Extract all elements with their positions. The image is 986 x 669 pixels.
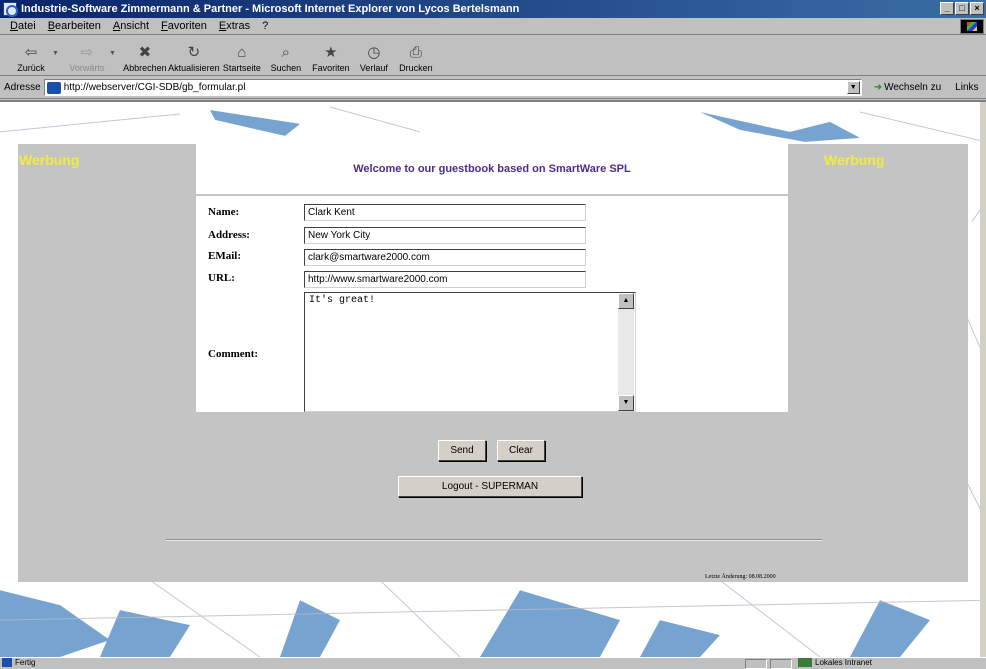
internet-explorer-icon [3, 2, 18, 17]
menu-ansicht[interactable]: Ansicht [107, 20, 155, 32]
toolbar-button-stop[interactable]: ✖ Abbrechen [122, 39, 168, 75]
maximize-button[interactable]: □ [955, 2, 969, 15]
window-controls: _ □ × [940, 2, 984, 15]
guestbook-form: Name: Address: EMail: URL: Comment: It's… [196, 196, 788, 412]
comment-label: Comment: [208, 348, 259, 360]
minimize-button[interactable]: _ [940, 2, 954, 15]
status-text-area: Fertig [2, 658, 35, 667]
window-title-bar: Industrie-Software Zimmermann & Partner … [0, 0, 986, 18]
page-icon [46, 81, 61, 94]
forward-arrow-icon: ⇨ [80, 44, 94, 61]
go-arrow-icon: ➜ [873, 82, 883, 93]
toolbar-button-home[interactable]: ⌂ Startseite [220, 39, 264, 75]
address-dropdown-icon[interactable]: ▼ [846, 81, 860, 94]
menu-extras[interactable]: Extras [213, 20, 256, 32]
toolbar-label: Drucken [399, 63, 433, 73]
toolbar-label: Vorwärts [69, 63, 105, 73]
navigation-toolbar: ⇦ Zurück ▼ ⇨ Vorwärts ▼ ✖ Abbrechen ↻ Aktualisier… [0, 36, 986, 76]
toolbar-button-favorites-folder[interactable]: ★ Favoriten [308, 39, 354, 75]
toolbar-label: Verlauf [359, 63, 388, 73]
intranet-zone-icon [798, 658, 812, 667]
horizontal-divider [166, 539, 822, 541]
back-arrow-icon: ⇦ [24, 44, 38, 61]
clear-button[interactable]: Clear [497, 440, 545, 461]
status-panel [745, 659, 767, 669]
address-field-input[interactable] [304, 227, 586, 244]
url-label: URL: [208, 272, 235, 284]
scroll-down-icon[interactable]: ▼ [618, 395, 634, 411]
menu-bar: Datei Bearbeiten Ansicht Favoriten Extra… [0, 18, 986, 35]
toolbar-label: Startseite [222, 63, 261, 73]
advertisement-left[interactable]: Werbung [19, 152, 79, 168]
page-scrollbar[interactable] [980, 102, 986, 657]
toolbar-button-search[interactable]: ⌕ Suchen [264, 39, 308, 75]
menu-favoriten[interactable]: Favoriten [155, 20, 213, 32]
zone-text: Lokales Intranet [815, 658, 872, 667]
name-label: Name: [208, 206, 240, 218]
advertisement-right[interactable]: Werbung [824, 152, 884, 168]
refresh-icon: ↻ [187, 44, 201, 61]
home-icon: ⌂ [237, 43, 247, 61]
stop-icon: ✖ [138, 44, 152, 61]
status-bar: Fertig Lokales Intranet [0, 657, 986, 669]
status-panel [770, 659, 792, 669]
address-field-label: Address: [208, 229, 250, 241]
toolbar-label: Abbrechen [123, 63, 167, 73]
address-input[interactable]: http://webserver/CGI-SDB/gb_formular.pl … [43, 79, 862, 96]
page-status-icon [2, 658, 12, 667]
email-input[interactable] [304, 249, 586, 266]
security-zone: Lokales Intranet [798, 658, 872, 667]
comment-scrollbar[interactable]: ▲ ▼ [618, 293, 634, 411]
toolbar-button-back-arrow[interactable]: ⇦ Zurück [10, 39, 52, 75]
links-button[interactable]: Links [955, 82, 978, 93]
name-input[interactable] [304, 204, 586, 221]
go-label: Wechseln zu [884, 82, 942, 93]
address-bar: Adresse http://webserver/CGI-SDB/gb_form… [0, 77, 986, 99]
toolbar-label: Suchen [270, 63, 302, 73]
send-button[interactable]: Send [438, 440, 486, 461]
toolbar-button-forward-arrow[interactable]: ⇨ Vorwärts [65, 39, 109, 75]
dropdown-arrow-icon[interactable]: ▼ [109, 50, 116, 57]
favorites-folder-icon: ★ [324, 44, 338, 61]
menu-help[interactable]: ? [256, 20, 274, 32]
toolbar-button-refresh[interactable]: ↻ Aktualisieren [168, 39, 220, 75]
logout-button[interactable]: Logout - SUPERMAN [398, 476, 582, 497]
page-viewport: Werbung Werbung Welcome to our guestbook… [0, 100, 986, 657]
windows-logo-icon [960, 19, 984, 34]
url-input[interactable] [304, 271, 586, 288]
window-title: Industrie-Software Zimmermann & Partner … [21, 3, 520, 15]
scroll-up-icon[interactable]: ▲ [618, 293, 634, 309]
address-url: http://webserver/CGI-SDB/gb_formular.pl [63, 82, 246, 93]
address-label: Adresse [4, 82, 41, 93]
close-button[interactable]: × [970, 2, 984, 15]
printer-icon: ⎙ [409, 43, 422, 61]
welcome-text: Welcome to our guestbook based on SmartW… [353, 163, 631, 175]
status-text: Fertig [15, 658, 36, 667]
welcome-header: Welcome to our guestbook based on SmartW… [196, 144, 788, 194]
go-button[interactable]: ➜ Wechseln zu [874, 82, 941, 93]
toolbar-label: Aktualisieren [168, 63, 220, 73]
search-icon: ⌕ [281, 43, 291, 61]
history-icon: ◷ [367, 44, 381, 61]
toolbar-label: Zurück [17, 63, 45, 73]
toolbar-button-printer[interactable]: ⎙ Drucken [394, 39, 438, 75]
last-change-text: Letzte Änderung: 08.08.2000 [705, 574, 776, 580]
menu-datei[interactable]: Datei [4, 20, 42, 32]
dropdown-arrow-icon[interactable]: ▼ [52, 50, 59, 57]
toolbar-label: Favoriten [312, 63, 350, 73]
menu-bearbeiten[interactable]: Bearbeiten [42, 20, 107, 32]
comment-textarea[interactable]: It's great! [304, 292, 636, 412]
email-label: EMail: [208, 250, 241, 262]
toolbar-button-history[interactable]: ◷ Verlauf [354, 39, 394, 75]
